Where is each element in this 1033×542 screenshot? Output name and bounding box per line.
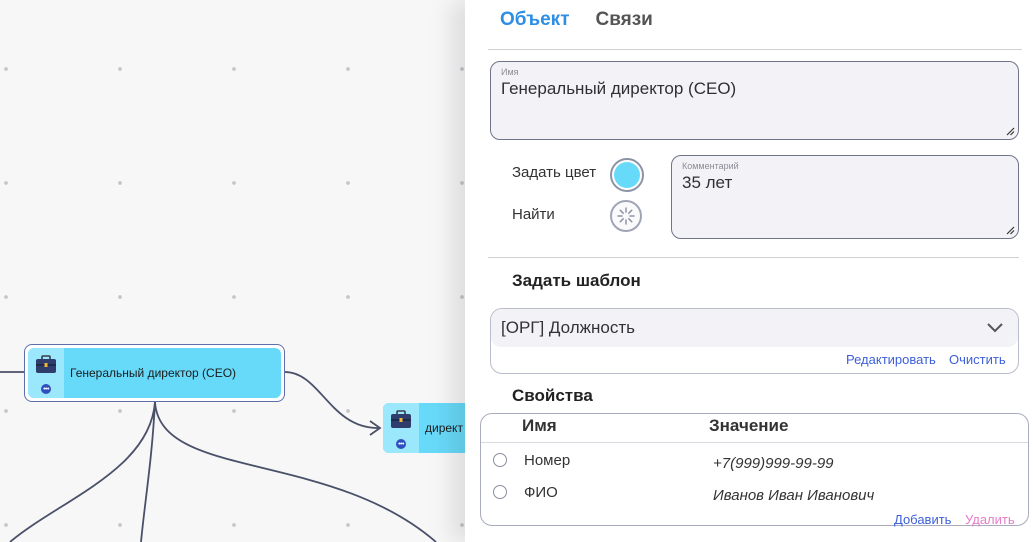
properties-section-title: Свойства [512,386,593,405]
clear-template-link[interactable]: Очистить [949,352,1006,367]
table-row[interactable]: ФИО Иванов Иван Иванович [481,477,1028,507]
panel-tabs: Объект Связи [500,9,653,31]
template-box: [ОРГ] Должность Редактировать Очистить [490,308,1019,374]
diagram-node-ceo[interactable]: ••• Генеральный директор (CEO) [24,344,285,402]
set-color-label: Задать цвет [512,164,597,181]
edge-down-2 [140,401,156,542]
property-value[interactable]: Иванов Иван Иванович [713,487,874,504]
delete-property-link[interactable]: Удалить [965,512,1015,527]
connection-lines [0,371,437,542]
resize-grip-icon[interactable] [1006,226,1015,235]
tab-links[interactable]: Связи [596,9,653,31]
table-header-divider [481,442,1028,443]
node-menu-icon[interactable]: ••• [41,384,51,394]
edge-ceo-director [284,371,379,429]
object-panel: Объект Связи Имя Генеральный директор (C… [465,0,1033,542]
find-button[interactable] [610,200,642,232]
spinner-icon [617,207,635,225]
section-divider [488,257,1019,258]
edge-down-1 [9,401,156,542]
template-section-title: Задать шаблон [512,271,641,290]
row-radio[interactable] [493,453,507,467]
diagram-canvas[interactable]: ••• Генеральный директор (CEO) ••• дирек… [0,0,480,542]
chevron-down-icon[interactable] [986,322,1004,334]
tab-object[interactable]: Объект [500,9,570,31]
color-picker-button[interactable] [610,158,644,192]
column-header-name: Имя [522,416,557,435]
property-name: ФИО [524,484,558,501]
name-field-label: Имя [501,67,519,77]
properties-table: Имя Значение Номер +7(999)999-99-99 ФИО … [480,413,1029,527]
briefcase-icon [36,355,56,373]
briefcase-icon [391,410,411,428]
row-radio[interactable] [493,485,507,499]
name-field[interactable]: Имя Генеральный директор (CEO) [490,61,1019,140]
node-label: директ [425,421,463,435]
add-property-link[interactable]: Добавить [894,512,951,527]
comment-field-value[interactable]: 35 лет [682,173,732,193]
table-row[interactable]: Номер +7(999)999-99-99 [481,445,1028,475]
property-name: Номер [524,452,571,469]
find-label: Найти [512,206,555,223]
column-header-value: Значение [709,416,789,435]
edit-template-link[interactable]: Редактировать [846,352,936,367]
tabs-divider [488,49,1022,50]
color-swatch-dot [614,162,640,188]
property-value[interactable]: +7(999)999-99-99 [713,455,834,472]
node-label: Генеральный директор (CEO) [70,366,237,380]
node-menu-icon[interactable]: ••• [396,439,406,449]
template-selected-value: [ОРГ] Должность [501,318,635,337]
resize-grip-icon[interactable] [1006,127,1015,136]
template-select[interactable]: [ОРГ] Должность [491,309,1018,347]
name-field-value[interactable]: Генеральный директор (CEO) [501,79,736,99]
comment-field-label: Комментарий [682,161,739,171]
comment-field[interactable]: Комментарий 35 лет [671,155,1019,239]
